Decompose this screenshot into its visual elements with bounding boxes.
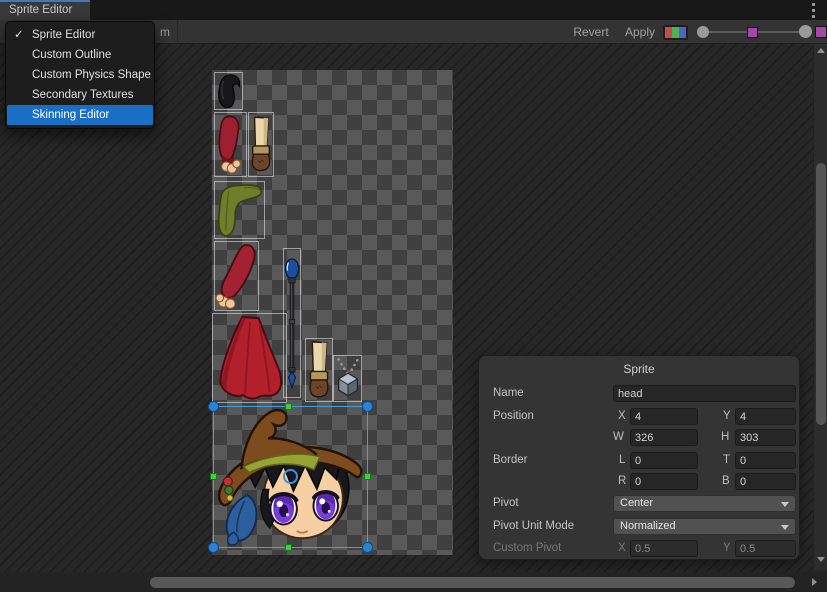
pivot-label: Pivot	[493, 497, 519, 509]
sprite-pendant-art	[334, 356, 361, 401]
menu-item-label: Skinning Editor	[32, 109, 109, 121]
w-axis-label: W	[613, 431, 624, 443]
toolbar-separator	[177, 20, 178, 44]
menu-item-skinning-editor[interactable]: Skinning Editor	[7, 105, 153, 125]
h-axis-label: H	[721, 431, 729, 443]
kebab-menu-icon[interactable]	[807, 3, 819, 18]
title-bar: Sprite Editor	[0, 0, 827, 20]
sprite-editor-mode-menu: ✓ Sprite Editor Custom Outline Custom Ph…	[5, 21, 155, 129]
selection-handle-right[interactable]	[364, 473, 371, 480]
sprite-sleeve-art	[215, 242, 258, 310]
scroll-up-arrow-icon[interactable]	[817, 48, 825, 53]
b-axis-label: B	[722, 475, 730, 487]
sprite-arm-art	[215, 113, 246, 176]
vertical-scrollbar-thumb[interactable]	[816, 163, 826, 425]
r-axis-label: R	[618, 475, 626, 487]
sprite-rect-boot-1[interactable]	[248, 112, 274, 177]
selected-sprite-head[interactable]	[213, 406, 368, 548]
checkmark-icon: ✓	[14, 25, 28, 45]
mip-small-texture-icon	[747, 27, 758, 38]
pivot-handle[interactable]	[283, 469, 298, 484]
menu-item-secondary-textures[interactable]: Secondary Textures	[6, 85, 154, 105]
menu-item-custom-outline[interactable]: Custom Outline	[6, 45, 154, 65]
position-y-input[interactable]	[735, 408, 796, 425]
custom-pivot-x-label: X	[618, 542, 626, 554]
y-axis-label: Y	[723, 410, 731, 422]
sprite-hair-art	[215, 73, 242, 109]
custom-pivot-y-input	[735, 540, 796, 557]
sprite-inspector-panel: Sprite Name Position X Y W H Border L T …	[478, 355, 800, 560]
revert-button[interactable]: Revert	[566, 20, 616, 44]
border-r-input[interactable]	[630, 473, 698, 490]
texture-canvas[interactable]	[212, 70, 453, 555]
apply-button[interactable]: Apply	[618, 20, 662, 44]
trim-button-partial[interactable]: m	[155, 20, 175, 44]
mip-slider-thumb[interactable]	[799, 25, 812, 38]
scroll-right-arrow-icon[interactable]	[812, 578, 817, 586]
sprite-editor-window: Sprite Editor m Revert Apply	[0, 0, 827, 592]
position-x-input[interactable]	[630, 408, 698, 425]
border-t-input[interactable]	[735, 452, 796, 469]
menu-item-sprite-editor[interactable]: ✓ Sprite Editor	[6, 25, 154, 45]
rgb-color-toggle-icon[interactable]	[663, 25, 688, 40]
position-label: Position	[493, 410, 534, 422]
sprite-rect-robe[interactable]	[212, 313, 287, 403]
pivot-value: Center	[620, 497, 653, 509]
pivot-unit-mode-value: Normalized	[620, 520, 676, 532]
sprite-rect-hair[interactable]	[214, 72, 243, 110]
sprite-rect-scarf[interactable]	[214, 181, 265, 239]
name-input[interactable]	[613, 385, 796, 402]
mip-large-texture-icon	[815, 26, 827, 38]
sprite-scarf-art	[215, 182, 264, 238]
sprite-boot-art	[249, 113, 273, 176]
border-label: Border	[493, 454, 528, 466]
menu-item-label: Secondary Textures	[32, 89, 133, 101]
chevron-down-icon	[781, 502, 789, 507]
pivot-dropdown[interactable]: Center	[613, 495, 796, 512]
selection-handle-left[interactable]	[210, 473, 217, 480]
menu-item-label: Sprite Editor	[32, 29, 95, 41]
selection-handle-bottom-right[interactable]	[362, 542, 373, 553]
position-w-input[interactable]	[630, 429, 698, 446]
horizontal-scrollbar-thumb[interactable]	[150, 577, 795, 588]
pivot-unit-mode-dropdown[interactable]: Normalized	[613, 518, 796, 535]
pivot-unit-mode-label: Pivot Unit Mode	[493, 520, 574, 532]
border-b-input[interactable]	[735, 473, 796, 490]
l-axis-label: L	[619, 454, 625, 466]
zoom-slider-thumb[interactable]	[697, 26, 709, 38]
selection-handle-top[interactable]	[285, 403, 292, 410]
selection-handle-top-left[interactable]	[208, 401, 219, 412]
x-axis-label: X	[618, 410, 626, 422]
selection-handle-bottom-left[interactable]	[208, 542, 219, 553]
tab-sprite-editor[interactable]: Sprite Editor	[0, 0, 90, 20]
sprite-rect-pendant[interactable]	[333, 355, 362, 402]
scroll-down-arrow-icon[interactable]	[817, 557, 825, 562]
name-label: Name	[493, 387, 524, 399]
custom-pivot-x-input	[630, 540, 698, 557]
sprite-rect-boot-2[interactable]	[305, 338, 333, 402]
chevron-down-icon	[781, 525, 789, 530]
selection-handle-bottom[interactable]	[285, 544, 292, 551]
sprite-robe-art	[213, 314, 286, 402]
vertical-scrollbar[interactable]	[813, 44, 827, 570]
menu-item-custom-physics-shape[interactable]: Custom Physics Shape	[6, 65, 154, 85]
sprite-boot-art	[306, 339, 332, 401]
t-axis-label: T	[723, 454, 730, 466]
sprite-rect-arm[interactable]	[214, 112, 247, 177]
menu-item-label: Custom Physics Shape	[32, 69, 151, 81]
custom-pivot-label: Custom Pivot	[493, 542, 561, 554]
custom-pivot-y-label: Y	[723, 542, 731, 554]
menu-item-label: Custom Outline	[32, 49, 111, 61]
position-h-input[interactable]	[735, 429, 796, 446]
horizontal-scrollbar[interactable]	[0, 572, 827, 592]
sprite-rect-sleeve[interactable]	[214, 241, 259, 311]
panel-title: Sprite	[479, 362, 799, 376]
border-l-input[interactable]	[630, 452, 698, 469]
selection-handle-top-right[interactable]	[362, 401, 373, 412]
